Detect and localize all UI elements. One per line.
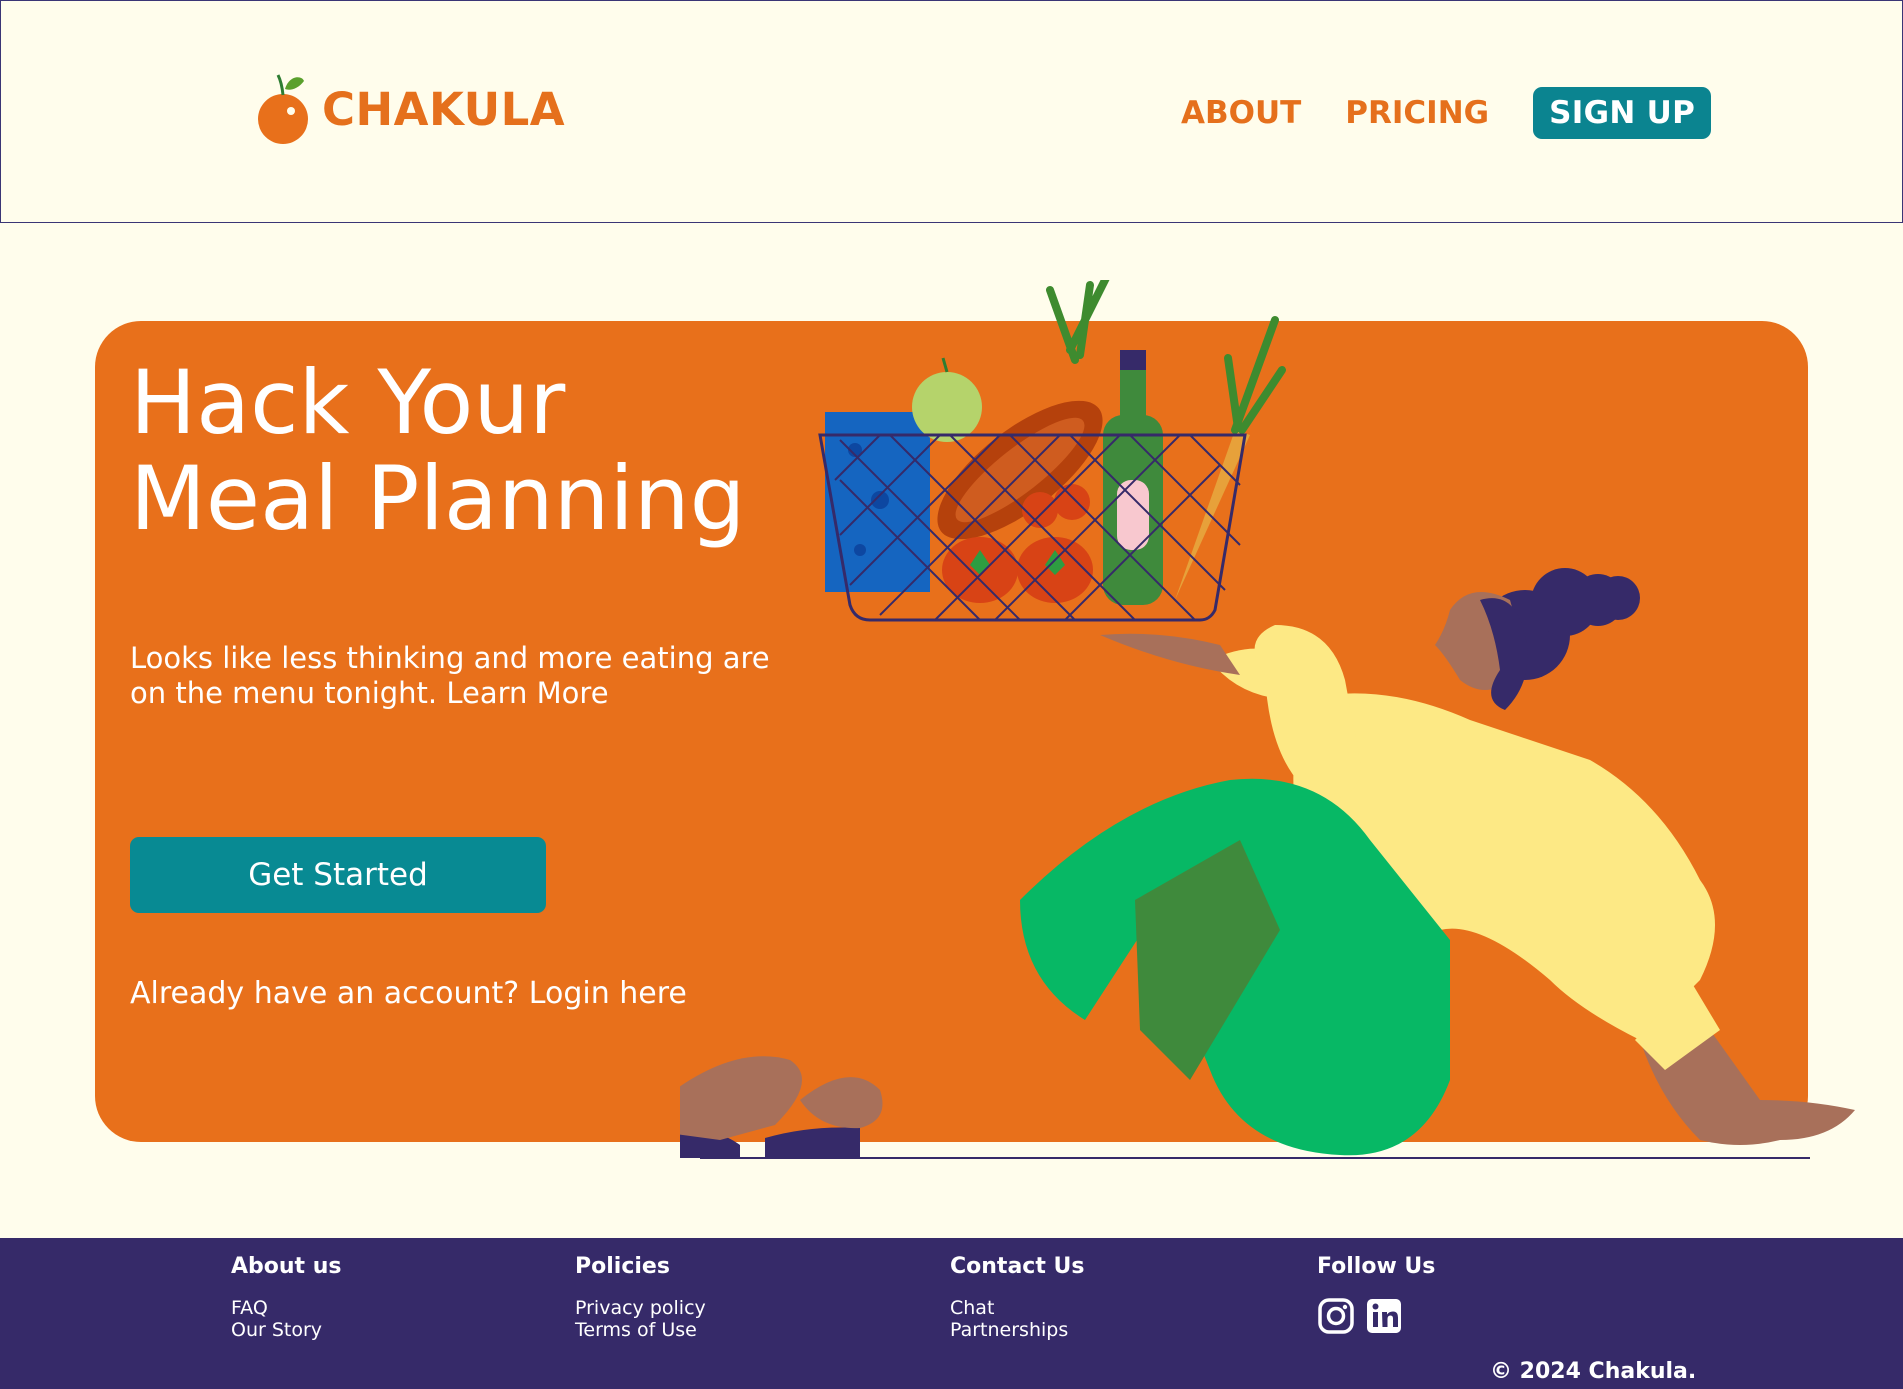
copyright: © 2024 Chakula. bbox=[1490, 1359, 1697, 1384]
footer-about-column: About us FAQ Our Story bbox=[231, 1254, 341, 1341]
site-footer: About us FAQ Our Story Policies Privacy … bbox=[0, 1238, 1903, 1389]
footer-our-story-link[interactable]: Our Story bbox=[231, 1319, 341, 1341]
footer-contact-heading: Contact Us bbox=[950, 1254, 1085, 1279]
learn-more-link[interactable]: Learn More bbox=[446, 676, 608, 710]
login-prompt-text: Already have an account? bbox=[130, 976, 520, 1011]
footer-follow-heading: Follow Us bbox=[1317, 1254, 1436, 1279]
footer-policies-heading: Policies bbox=[575, 1254, 670, 1279]
footer-terms-link[interactable]: Terms of Use bbox=[575, 1319, 706, 1341]
person-illustration bbox=[680, 568, 1855, 1158]
login-link[interactable]: Login here bbox=[529, 976, 687, 1011]
brand-logo[interactable]: CHAKULA bbox=[256, 71, 565, 147]
footer-privacy-link[interactable]: Privacy policy bbox=[575, 1297, 706, 1319]
instagram-icon[interactable] bbox=[1317, 1297, 1355, 1335]
linkedin-icon[interactable] bbox=[1365, 1297, 1403, 1335]
footer-partnerships-link[interactable]: Partnerships bbox=[950, 1319, 1084, 1341]
brand-name: CHAKULA bbox=[322, 82, 566, 136]
orange-fruit-icon bbox=[258, 74, 308, 144]
nav-pricing-link[interactable]: PRICING bbox=[1345, 87, 1489, 139]
hero-subtitle: Looks like less thinking and more eating… bbox=[130, 641, 770, 711]
grocery-basket bbox=[818, 280, 1286, 622]
footer-chat-link[interactable]: Chat bbox=[950, 1297, 1084, 1319]
nav-about-link[interactable]: ABOUT bbox=[1181, 87, 1301, 139]
footer-about-heading: About us bbox=[231, 1254, 342, 1279]
site-header: CHAKULA ABOUT PRICING SIGN UP bbox=[0, 0, 1903, 223]
hero-title: Hack Your Meal Planning bbox=[130, 351, 746, 550]
footer-contact-column: Contact Us Chat Partnerships bbox=[950, 1254, 1084, 1341]
footer-faq-link[interactable]: FAQ bbox=[231, 1297, 341, 1319]
footer-policies-column: Policies Privacy policy Terms of Use bbox=[575, 1254, 706, 1341]
hero-illustration bbox=[680, 280, 1855, 1159]
footer-follow-column: Follow Us bbox=[1317, 1254, 1435, 1335]
social-links bbox=[1317, 1297, 1435, 1335]
login-prompt: Already have an account? Login here bbox=[130, 976, 687, 1011]
main-nav: ABOUT PRICING SIGN UP bbox=[1181, 87, 1712, 139]
signup-button[interactable]: SIGN UP bbox=[1533, 87, 1712, 139]
get-started-button[interactable]: Get Started bbox=[130, 837, 546, 913]
